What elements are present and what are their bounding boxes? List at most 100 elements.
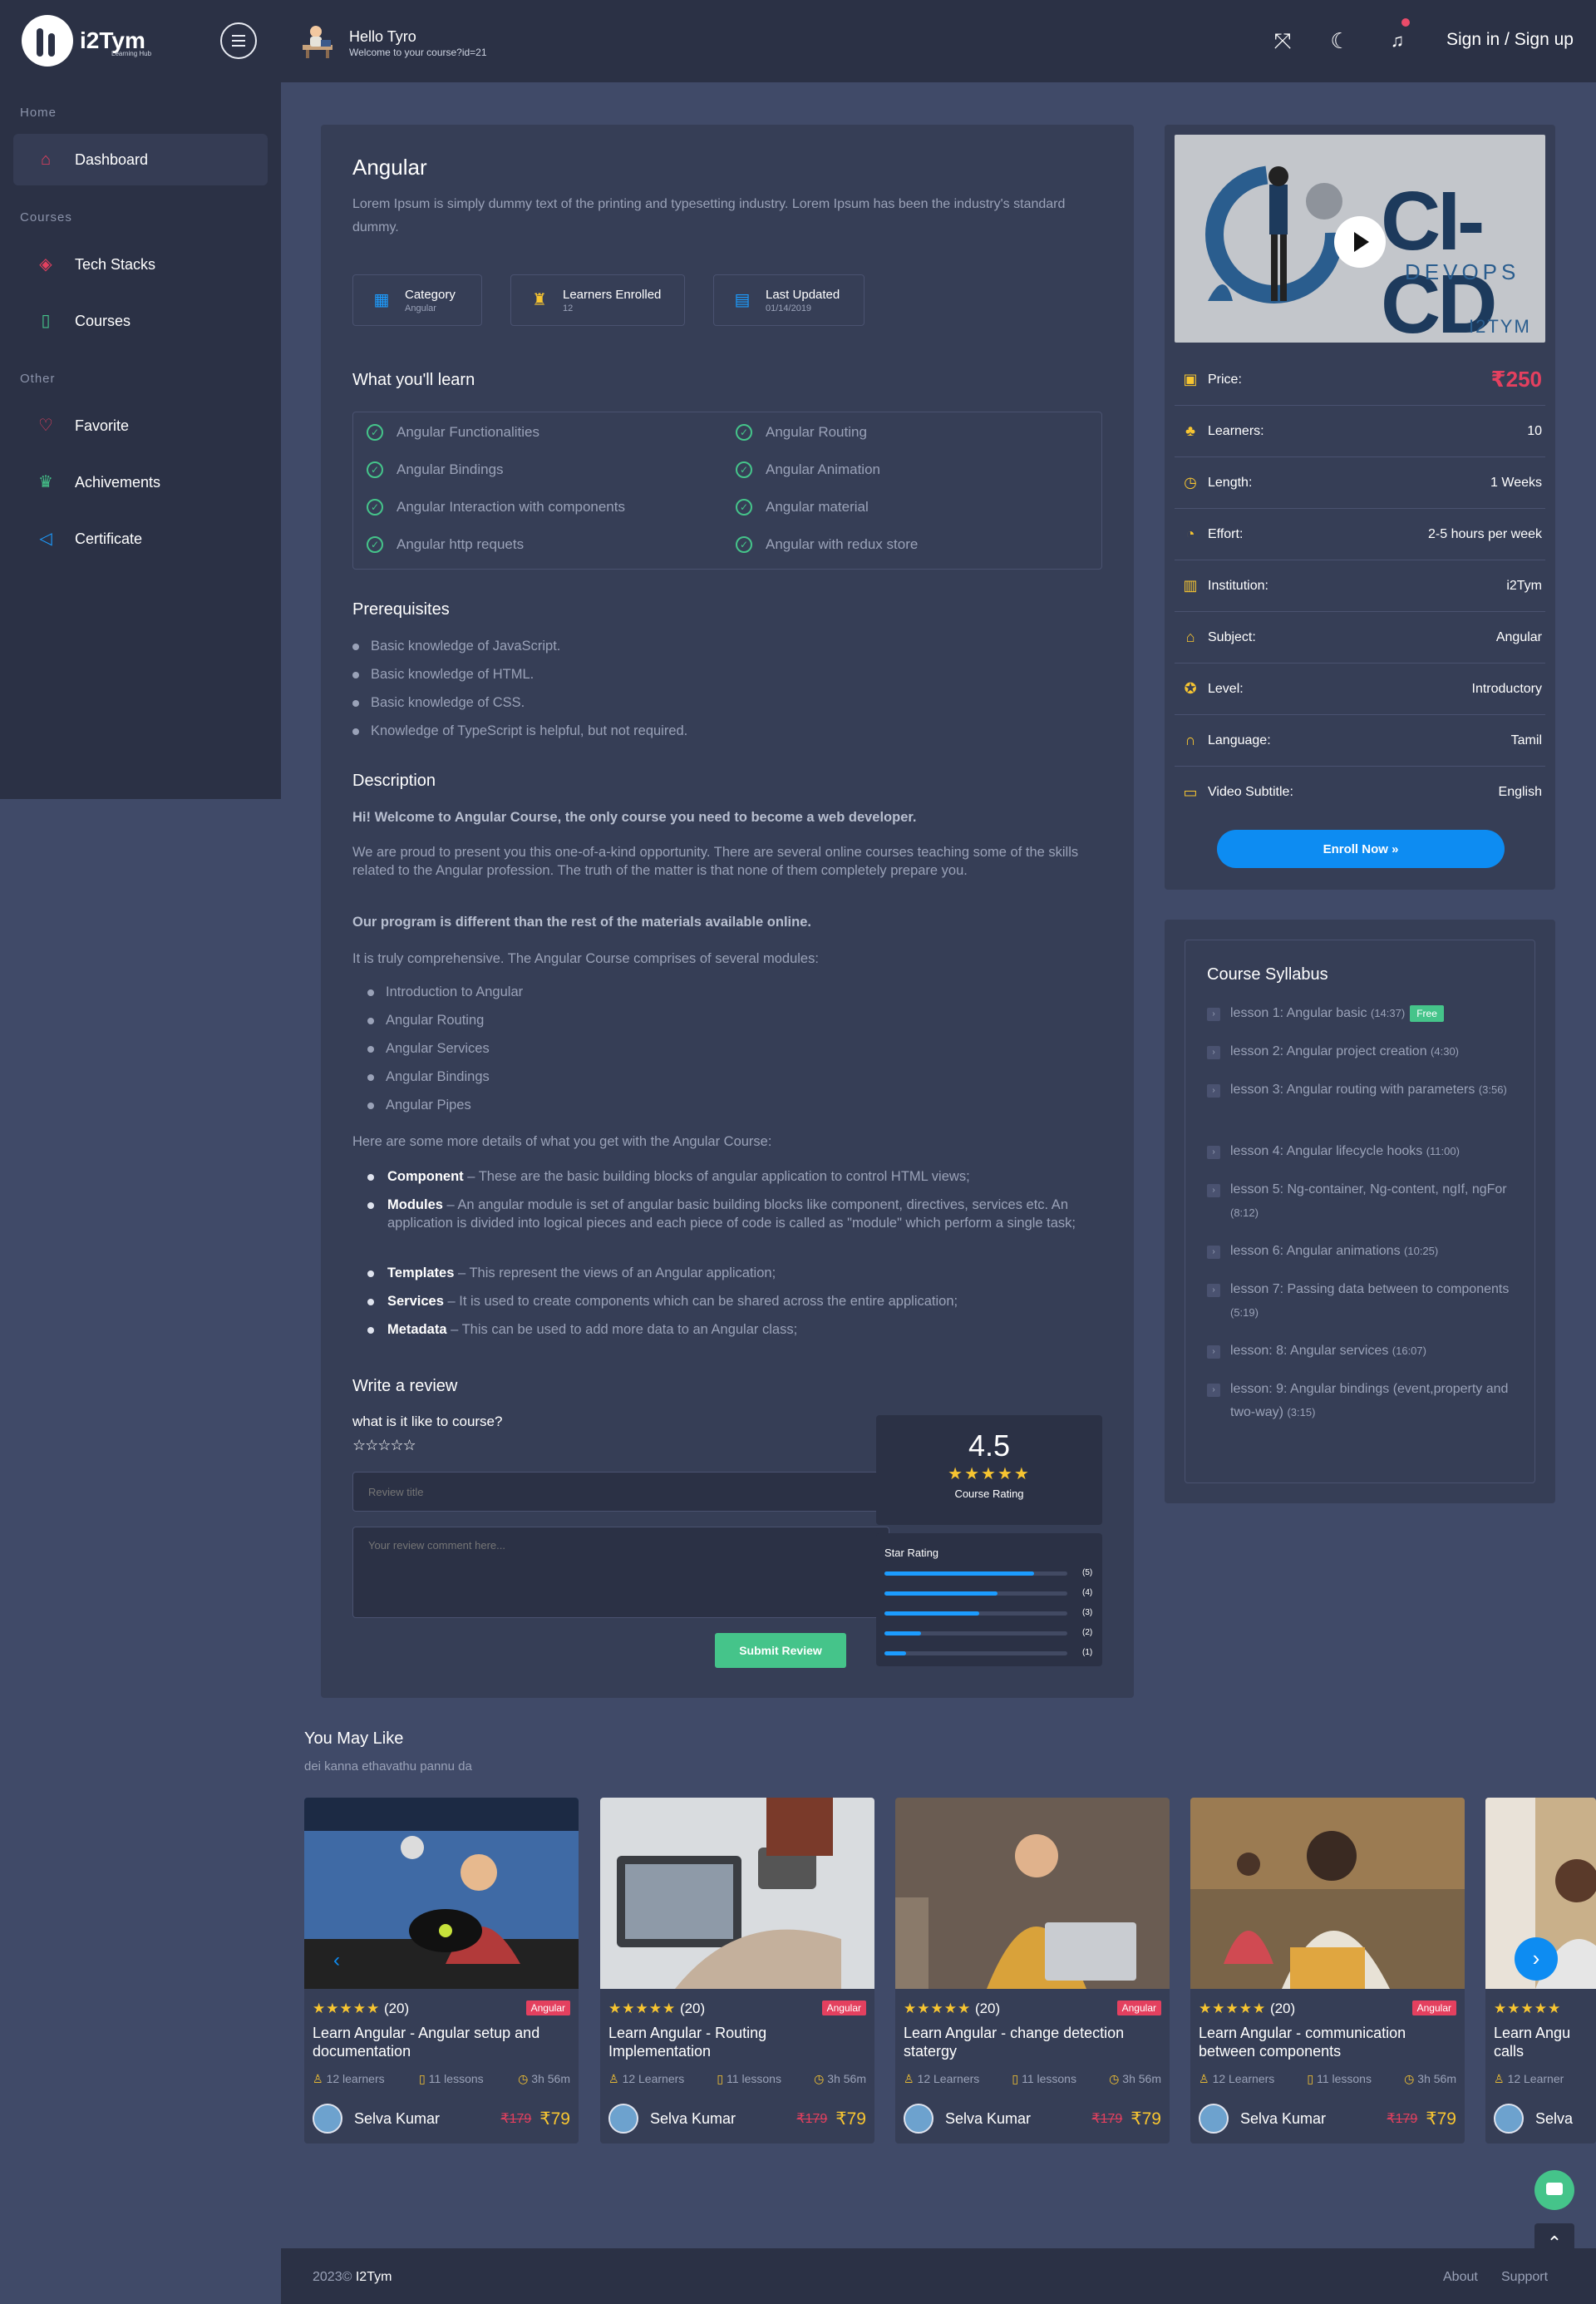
card-tag: Angular	[1116, 2001, 1161, 2015]
course-card-image	[600, 1798, 874, 1989]
syllabus-lesson[interactable]: › lesson 6: Angular animations (10:25)	[1207, 1240, 1523, 1263]
cube-icon: ◈	[39, 255, 52, 274]
signin-link[interactable]: Sign in / Sign up	[1446, 30, 1574, 50]
sidebar-item-label: Achivements	[75, 473, 161, 491]
detail-item: Modules – An angular module is set of an…	[367, 1196, 1099, 1232]
sidebar-item-certificate[interactable]: ◁ Certificate	[13, 513, 268, 565]
description-bold: Our program is different than the rest o…	[352, 915, 811, 930]
meta-category: ▦ Category Angular	[352, 274, 482, 326]
sidebar-item-label: Certificate	[75, 530, 143, 547]
clock-icon: ◷	[1184, 474, 1197, 491]
course-card-image	[895, 1798, 1170, 1989]
card-tag: Angular	[525, 2001, 570, 2015]
syllabus-lesson[interactable]: › lesson 7: Passing data between to compo…	[1207, 1278, 1523, 1325]
meta-last-updated: ▤ Last Updated 01/14/2019	[713, 274, 864, 326]
enroll-now-button[interactable]: Enroll Now »	[1217, 830, 1505, 868]
meta-value: 12	[563, 303, 574, 313]
card-title: Learn Angular - change detection staterg…	[904, 2025, 1125, 2060]
course-intro: Lorem Ipsum is simply dummy text of the …	[352, 197, 1066, 234]
syllabus-lesson[interactable]: › lesson 4: Angular lifecycle hooks (11:0…	[1207, 1140, 1523, 1163]
sidebar: Home ⌂ Dashboard Courses ◈ Tech Stacks ▯…	[0, 82, 281, 799]
users-icon: ♣	[1185, 422, 1195, 439]
card-footer: Selva	[1494, 2102, 1596, 2135]
syllabus-lesson[interactable]: › lesson 2: Angular project creation (4:3…	[1207, 1040, 1523, 1063]
review-title-input[interactable]	[352, 1472, 889, 1512]
course-card[interactable]: ★★★★★ (20) Angular Learn Angular - Routi…	[600, 1798, 874, 2144]
sidebar-item-dashboard[interactable]: ⌂ Dashboard	[13, 134, 268, 185]
badge-icon: ✪	[1184, 680, 1197, 697]
gauge-icon: ◔	[1185, 525, 1195, 542]
book-icon: ▯	[41, 312, 51, 330]
card-meta: ♙ 12 Learners ▯ 11 lessons ◷ 3h 56m	[1199, 2072, 1456, 2085]
thumbnail-brand: I2TYM	[1469, 316, 1531, 337]
avatar	[904, 2104, 933, 2134]
star-bar-5: (5)	[884, 1568, 1092, 1578]
chat-icon[interactable]	[1534, 2170, 1574, 2210]
meta-value: Angular	[405, 303, 436, 313]
syllabus-lesson[interactable]: › lesson: 9: Angular bindings (event,prop…	[1207, 1378, 1523, 1424]
sidebar-section-courses: Courses	[20, 210, 72, 224]
meta-title: Category	[405, 287, 456, 302]
carousel-prev-icon[interactable]: ‹	[318, 1942, 355, 1979]
meta-title: Last Updated	[766, 287, 840, 302]
course-card-image	[1190, 1798, 1465, 1989]
meta-title: Learners Enrolled	[563, 287, 662, 302]
sidebar-item-tech-stacks[interactable]: ◈ Tech Stacks	[13, 239, 268, 290]
info-row-level: ✪ Level: Introductory	[1175, 664, 1545, 715]
review-comment-input[interactable]	[352, 1527, 889, 1618]
card-meta: ♙ 12 Learners ▯ 11 lessons ◷ 3h 56m	[904, 2072, 1161, 2085]
submit-review-button[interactable]: Submit Review	[715, 1633, 846, 1668]
course-video-thumbnail[interactable]: CI-CD DEVOPS I2TYM	[1175, 135, 1545, 343]
info-row-institution: ▥ Institution: i2Tym	[1175, 560, 1545, 612]
module-item: Angular Bindings	[367, 1069, 490, 1085]
play-icon[interactable]	[1334, 216, 1386, 268]
info-row-length: ◷ Length: 1 Weeks	[1175, 457, 1545, 509]
check-circle-icon: ✓	[736, 461, 752, 478]
meta-value: 01/14/2019	[766, 303, 812, 313]
syllabus-lesson[interactable]: › lesson 1: Angular basic (14:37) Free	[1207, 1002, 1523, 1025]
learn-heading: What you'll learn	[352, 371, 475, 389]
prereq-item: Basic knowledge of JavaScript.	[352, 639, 560, 654]
fullscreen-icon[interactable]: ⤧	[1268, 27, 1297, 55]
syllabus-lesson[interactable]: › lesson 3: Angular routing with paramete…	[1207, 1078, 1523, 1102]
logo[interactable]: i2Tym	[22, 15, 145, 67]
description-heading: Description	[352, 772, 436, 790]
prereq-item: Basic knowledge of HTML.	[352, 667, 534, 683]
notification-bell-icon[interactable]: ♫	[1383, 27, 1411, 55]
greeting-subtitle: Welcome to your course?id=21	[349, 47, 487, 58]
sidebar-item-label: Courses	[75, 312, 131, 329]
footer-link-about[interactable]: About	[1443, 2270, 1478, 2285]
syllabus-lesson[interactable]: › lesson 5: Ng-container, Ng-content, ngI…	[1207, 1178, 1523, 1225]
review-star-input[interactable]: ☆☆☆☆☆	[352, 1437, 416, 1454]
course-card[interactable]: ★★★★★ (20) Angular Learn Angular - commu…	[1190, 1798, 1465, 2144]
detail-item: Metadata – This can be used to add more …	[367, 1320, 1099, 1339]
syllabus-lesson[interactable]: › lesson: 8: Angular services (16:07)	[1207, 1339, 1523, 1363]
sidebar-item-favorite[interactable]: ♡ Favorite	[13, 400, 268, 451]
learn-item: ✓ Angular with redux store	[736, 536, 918, 553]
category-grid-icon: ▦	[373, 291, 390, 309]
menu-toggle-button[interactable]	[220, 22, 257, 59]
carousel-next-icon[interactable]: ›	[1515, 1937, 1558, 1981]
card-rating: ★★★★★ (20)	[1199, 2001, 1296, 2016]
module-item: Angular Pipes	[367, 1098, 471, 1113]
sidebar-item-courses[interactable]: ▯ Courses	[13, 295, 268, 347]
course-details-panel: Angular Lorem Ipsum is simply dummy text…	[321, 125, 1134, 1698]
description-paragraph: We are proud to present you this one-of-…	[352, 845, 1079, 878]
card-footer: Selva Kumar ₹179 ₹79	[904, 2102, 1161, 2135]
learn-item: ✓ Angular Routing	[736, 424, 867, 441]
syllabus-list: Course Syllabus › lesson 1: Angular basic…	[1185, 940, 1535, 1483]
top-navbar: i2Tym Learning Hub Hello Tyro Welcome to…	[0, 0, 1596, 82]
greeting-avatar-icon	[303, 26, 332, 58]
footer-link-support[interactable]: Support	[1501, 2270, 1548, 2285]
course-card[interactable]: ★★★★★ (20) Angular Learn Angular - chang…	[895, 1798, 1170, 2144]
sidebar-item-achivements[interactable]: ♛ Achivements	[13, 456, 268, 508]
card-title: Learn Angular - communication between co…	[1199, 2025, 1406, 2060]
check-circle-icon: ✓	[367, 461, 383, 478]
learn-item: ✓ Angular Bindings	[367, 461, 504, 478]
chevron-right-icon: ›	[1207, 1084, 1220, 1098]
learn-item: ✓ Angular Animation	[736, 461, 880, 478]
star-rating-box: Star Rating (5) (4) (3) (2) (1)	[876, 1533, 1102, 1666]
card-rating: ★★★★★ (20)	[608, 2001, 706, 2016]
avatar	[1199, 2104, 1229, 2134]
dark-mode-moon-icon[interactable]: ☾	[1326, 27, 1354, 55]
